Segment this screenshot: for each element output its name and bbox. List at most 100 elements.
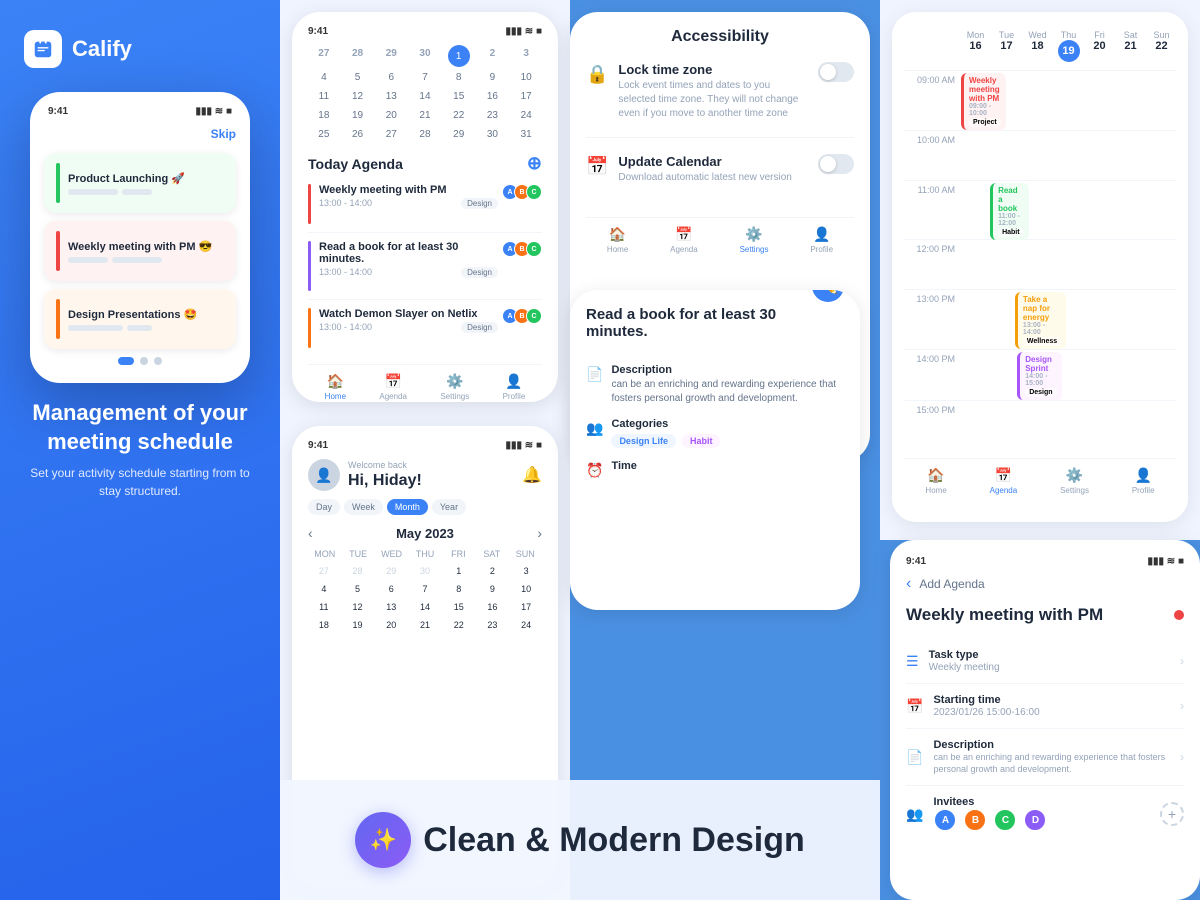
weekly-header: Mon 16 Tue 17 Wed 18 Thu 19 Fri 20 Sat 2… <box>904 30 1176 62</box>
add-agenda-panel: 9:41 ▮▮▮ ≋ ■ ‹ Add Agenda Weekly meeting… <box>890 540 1200 900</box>
bottom-banner: ✨ Clean & Modern Design <box>280 780 880 900</box>
lock-icon: 🔒 <box>586 64 608 85</box>
add-agenda-header: ‹ Add Agenda <box>906 575 1184 593</box>
calendar-panel: 9:41 ▮▮▮ ≋ ■ 27 28 29 30 1 2 3 4 5 6 7 8… <box>280 0 570 900</box>
weekly-nav-agenda[interactable]: 📅 Agenda <box>990 467 1018 495</box>
task-card-1[interactable]: Product Launching 🚀 <box>44 153 236 213</box>
agenda-item-2[interactable]: Read a book for at least 30 minutes. 13:… <box>308 241 542 300</box>
mini-calendar-grid: 27 28 29 30 1 2 3 4 5 6 7 8 9 10 11 12 1… <box>308 45 542 143</box>
event-design-sprint[interactable]: Design Sprint 14:00 - 15:00 Design <box>1017 352 1061 400</box>
next-month-btn[interactable]: › <box>537 525 542 541</box>
skip-button[interactable]: Skip <box>44 127 236 141</box>
bell-icon[interactable]: 🔔 <box>522 465 542 485</box>
detail-panel: Read a book for at least 30 minutes. ✏️ … <box>570 290 860 610</box>
time-row-9am: 09:00 AM Weekly meeting with PM 09:00 - … <box>904 70 1176 130</box>
add-agenda-button[interactable]: ⊕ <box>527 153 542 174</box>
cal2-status-bar: 9:41 ▮▮▮ ≋ ■ <box>308 440 542 451</box>
phone-status-bar: 9:41 ▮▮▮ ≋ ■ <box>44 106 236 117</box>
field-invitees[interactable]: 👥 Invitees A B C D + <box>906 786 1184 842</box>
cal-month-body: 27 28 29 30 1 2 3 4 5 6 7 8 9 10 11 12 1… <box>308 563 542 633</box>
invitees-row: A B C D <box>933 808 1150 832</box>
chevron-icon-1: › <box>1180 654 1184 668</box>
task-title-2: Weekly meeting with PM 😎 <box>68 240 224 253</box>
settings-nav-home[interactable]: 🏠 Home <box>607 226 628 254</box>
categories-icon: 👥 <box>586 420 603 437</box>
update-calendar-toggle[interactable] <box>818 154 854 174</box>
settings-nav-settings[interactable]: ⚙️ Settings <box>740 226 769 254</box>
settings-title: Accessibility <box>586 28 854 46</box>
starting-time-icon: 📅 <box>906 698 923 715</box>
add-invitee-button[interactable]: + <box>1160 802 1184 826</box>
agenda-avatars-3: A B C <box>506 308 542 348</box>
red-dot <box>1174 610 1184 620</box>
event-read-book[interactable]: Read a book 11:00 - 12:00 Habit <box>990 183 1029 240</box>
time-row-1pm: 13:00 PM Take a nap for energy 13:00 - 1… <box>904 289 1176 349</box>
agenda-avatars-2: A B C <box>506 241 542 291</box>
agenda-avatars-1: A B C <box>506 184 542 224</box>
invitee-2: B <box>963 808 987 832</box>
weekly-bottom-nav: 🏠 Home 📅 Agenda ⚙️ Settings 👤 Profile <box>904 458 1176 495</box>
hero-tagline: Management of your meeting schedule <box>24 399 256 456</box>
weekly-nav-home[interactable]: 🏠 Home <box>925 467 946 495</box>
add-agenda-status: 9:41 ▮▮▮ ≋ ■ <box>906 556 1184 567</box>
back-button[interactable]: ‹ <box>906 575 911 593</box>
settings-nav-profile[interactable]: 👤 Profile <box>810 226 833 254</box>
hero-phone-mockup: 9:41 ▮▮▮ ≋ ■ Skip Product Launching 🚀 We… <box>30 92 250 383</box>
tag-design-life: Design Life <box>611 434 676 448</box>
carousel-dots <box>44 357 236 365</box>
description-icon: 📄 <box>586 366 603 383</box>
nav-home[interactable]: 🏠 Home <box>325 373 346 401</box>
prev-month-btn[interactable]: ‹ <box>308 525 313 541</box>
calendar-icon: 📅 <box>586 156 608 177</box>
weekly-grid: 09:00 AM Weekly meeting with PM 09:00 - … <box>904 70 1176 450</box>
app-logo <box>24 30 62 68</box>
event-weekly-meeting[interactable]: Weekly meeting with PM 09:00 - 10:00 Pro… <box>961 73 1006 130</box>
task-bar-3 <box>56 299 60 339</box>
task-type-icon: ☰ <box>906 653 919 670</box>
task-card-2[interactable]: Weekly meeting with PM 😎 <box>44 221 236 281</box>
cal-status-bar: 9:41 ▮▮▮ ≋ ■ <box>308 26 542 37</box>
tab-year[interactable]: Year <box>432 499 466 515</box>
agenda-item-3[interactable]: Watch Demon Slayer on Netlix 13:00 - 14:… <box>308 308 542 356</box>
agenda-meeting-name: Weekly meeting with PM <box>906 605 1184 625</box>
chevron-icon-2: › <box>1180 699 1184 713</box>
lock-timezone-toggle[interactable] <box>818 62 854 82</box>
event-nap[interactable]: Take a nap for energy 13:00 - 14:00 Well… <box>1015 292 1066 349</box>
lock-timezone-item: 🔒 Lock time zone Lock event times and da… <box>586 62 854 138</box>
add-agenda-title: Add Agenda <box>919 577 984 591</box>
field-task-type[interactable]: ☰ Task type Weekly meeting › <box>906 639 1184 684</box>
tag-habit: Habit <box>682 434 721 448</box>
edit-fab[interactable]: ✏️ <box>812 290 844 302</box>
app-name: Calify <box>72 36 132 62</box>
task-title-3: Design Presentations 🤩 <box>68 308 224 321</box>
weekly-inner: Mon 16 Tue 17 Wed 18 Thu 19 Fri 20 Sat 2… <box>892 12 1188 522</box>
user-avatar: 👤 <box>308 459 340 491</box>
invitees-icon: 👥 <box>906 806 923 823</box>
nav-profile[interactable]: 👤 Profile <box>503 373 526 401</box>
field-starting-time[interactable]: 📅 Starting time 2023/01/26 15:00-16:00 › <box>906 684 1184 729</box>
tab-week[interactable]: Week <box>344 499 383 515</box>
settings-nav-agenda[interactable]: 📅 Agenda <box>670 226 698 254</box>
field-description[interactable]: 📄 Description can be an enriching and re… <box>906 729 1184 786</box>
weekly-nav-settings[interactable]: ⚙️ Settings <box>1060 467 1089 495</box>
banner-text: Clean & Modern Design <box>423 821 805 860</box>
task-title-1: Product Launching 🚀 <box>68 172 224 185</box>
hero-text: Management of your meeting schedule Set … <box>0 399 280 500</box>
agenda-item-1[interactable]: Weekly meeting with PM 13:00 - 14:00 Des… <box>308 184 542 233</box>
time-row-2pm: 14:00 PM Design Sprint 14:00 - 15:00 Des… <box>904 349 1176 400</box>
bottom-nav-1: 🏠 Home 📅 Agenda ⚙️ Settings 👤 Profile <box>308 364 542 401</box>
task-card-3[interactable]: Design Presentations 🤩 <box>44 289 236 349</box>
tab-month[interactable]: Month <box>387 499 428 515</box>
time-row-12pm: 12:00 PM <box>904 239 1176 289</box>
description-field-icon: 📄 <box>906 749 923 766</box>
tab-day[interactable]: Day <box>308 499 340 515</box>
nav-settings[interactable]: ⚙️ Settings <box>440 373 469 401</box>
settings-bottom-nav: 🏠 Home 📅 Agenda ⚙️ Settings 👤 Profile <box>586 217 854 254</box>
invitee-4: D <box>1023 808 1047 832</box>
weekly-nav-profile[interactable]: 👤 Profile <box>1132 467 1155 495</box>
detail-time: ⏰ Time <box>586 460 844 479</box>
nav-agenda[interactable]: 📅 Agenda <box>379 373 407 401</box>
time-icon: ⏰ <box>586 462 603 479</box>
hero-panel: Calify 9:41 ▮▮▮ ≋ ■ Skip Product Launchi… <box>0 0 280 900</box>
weekly-panel: Mon 16 Tue 17 Wed 18 Thu 19 Fri 20 Sat 2… <box>880 0 1200 540</box>
